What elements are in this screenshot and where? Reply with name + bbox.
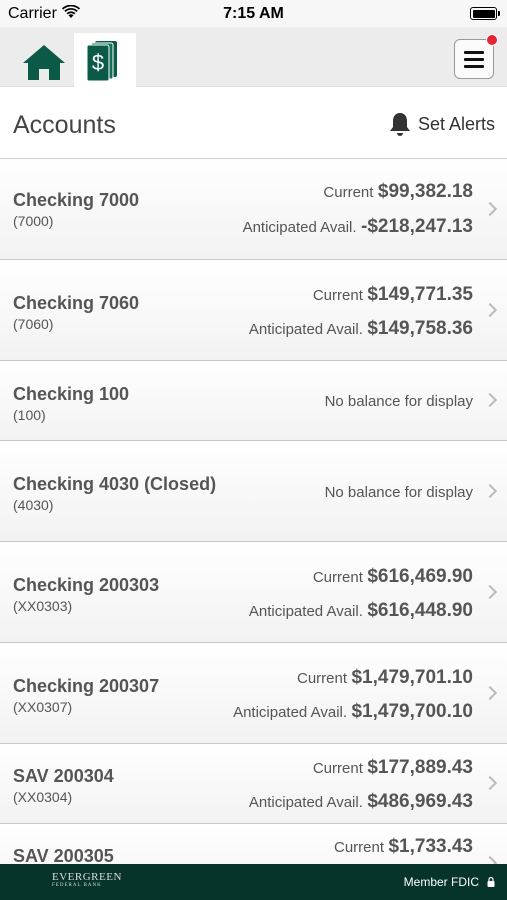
anticipated-label: Anticipated Avail. bbox=[242, 219, 357, 236]
account-name: Checking 100 bbox=[13, 384, 130, 404]
anticipated-label: Anticipated Avail. bbox=[248, 794, 363, 811]
account-number: (XX0304) bbox=[13, 789, 73, 805]
account-row[interactable]: Checking 7000 (7000) Current $99,382.18 … bbox=[0, 159, 507, 260]
no-balance-text: No balance for display bbox=[324, 393, 473, 410]
member-fdic-label: Member FDIC bbox=[403, 875, 479, 889]
current-amount: $1,479,701.10 bbox=[351, 667, 473, 688]
account-row[interactable]: SAV 200304 (XX0304) Current $177,889.43 … bbox=[0, 744, 507, 824]
account-name: SAV 200305 bbox=[13, 846, 114, 864]
current-label: Current bbox=[323, 184, 374, 201]
hamburger-menu-icon bbox=[464, 50, 484, 54]
accounts-tab[interactable]: $ bbox=[74, 33, 136, 87]
current-label: Current bbox=[312, 569, 363, 586]
current-amount: $616,469.90 bbox=[367, 566, 473, 587]
lock-icon bbox=[487, 877, 495, 887]
account-name: Checking 200307 bbox=[13, 676, 160, 696]
bell-icon bbox=[389, 113, 410, 136]
current-balance: Current $99,382.18 bbox=[323, 181, 473, 203]
account-list: Checking 7000 (7000) Current $99,382.18 … bbox=[0, 159, 507, 864]
home-icon bbox=[23, 45, 65, 80]
battery-icon bbox=[470, 7, 500, 20]
bank-logo: EVERGREEN FEDERAL BANK bbox=[52, 871, 122, 888]
account-number: (100) bbox=[13, 407, 46, 423]
notification-badge bbox=[486, 34, 498, 46]
page-title: Accounts bbox=[13, 111, 116, 139]
set-alerts-label: Set Alerts bbox=[417, 113, 495, 134]
home-tab[interactable] bbox=[16, 39, 72, 85]
account-name: Checking 7000 bbox=[13, 190, 140, 210]
clock: 7:15 AM bbox=[223, 5, 284, 22]
anticipated-balance: Anticipated Avail. -$218,247.13 bbox=[243, 216, 473, 238]
current-balance: Current $616,469.90 bbox=[313, 566, 473, 588]
account-row[interactable]: Checking 200307 (XX0307) Current $1,479,… bbox=[0, 643, 507, 744]
anticipated-balance: Anticipated Avail. $149,758.36 bbox=[249, 318, 473, 340]
account-row[interactable]: Checking 4030 (Closed) (4030) No balance… bbox=[0, 441, 507, 542]
account-name: SAV 200304 bbox=[13, 766, 114, 786]
account-name: Checking 7060 bbox=[13, 293, 140, 313]
chevron-right-icon bbox=[482, 392, 498, 408]
current-amount: $177,889.43 bbox=[367, 757, 473, 778]
current-balance: Current $1,479,701.10 bbox=[297, 667, 473, 689]
chevron-right-icon bbox=[482, 685, 498, 701]
chevron-right-icon bbox=[482, 483, 498, 499]
no-balance-text: No balance for display bbox=[324, 484, 473, 501]
account-number: (4030) bbox=[13, 497, 54, 513]
current-balance: Current $1,733.43 bbox=[334, 836, 473, 858]
account-row[interactable]: Checking 200303 (XX0303) Current $616,46… bbox=[0, 542, 507, 643]
account-row[interactable]: SAV 200305 Current $1,733.43 bbox=[0, 824, 507, 864]
account-number: (XX0307) bbox=[13, 699, 73, 715]
account-number: (7060) bbox=[13, 316, 54, 332]
money-stack-icon: $ bbox=[86, 41, 117, 81]
anticipated-label: Anticipated Avail. bbox=[248, 321, 363, 338]
current-label: Current bbox=[312, 760, 363, 777]
current-amount: $149,771.35 bbox=[367, 284, 473, 305]
chevron-right-icon bbox=[482, 302, 498, 318]
anticipated-amount: $1,479,700.10 bbox=[351, 701, 473, 722]
menu-button[interactable] bbox=[454, 34, 498, 79]
status-bar: Carrier 7:15 AM bbox=[0, 0, 507, 27]
current-balance: Current $177,889.43 bbox=[313, 757, 473, 779]
chevron-right-icon bbox=[482, 775, 498, 791]
anticipated-amount: $486,969.43 bbox=[367, 791, 473, 812]
chevron-right-icon bbox=[482, 855, 498, 864]
account-number: (XX0303) bbox=[13, 598, 73, 614]
top-navigation: $ bbox=[0, 27, 507, 87]
current-label: Current bbox=[297, 670, 348, 687]
anticipated-balance: Anticipated Avail. $616,448.90 bbox=[249, 600, 473, 622]
anticipated-amount: $616,448.90 bbox=[367, 600, 473, 621]
current-amount: $1,733.43 bbox=[388, 836, 473, 857]
current-amount: $99,382.18 bbox=[377, 181, 473, 202]
account-row[interactable]: Checking 100 (100) No balance for displa… bbox=[0, 361, 507, 441]
current-label: Current bbox=[333, 839, 385, 856]
account-row[interactable]: Checking 7060 (7060) Current $149,771.35… bbox=[0, 260, 507, 361]
svg-text:$: $ bbox=[92, 50, 104, 75]
chevron-right-icon bbox=[482, 201, 498, 217]
account-number: (7000) bbox=[13, 213, 54, 229]
anticipated-balance: Anticipated Avail. $486,969.43 bbox=[249, 791, 473, 813]
anticipated-label: Anticipated Avail. bbox=[248, 603, 363, 620]
anticipated-label: Anticipated Avail. bbox=[233, 704, 348, 721]
account-name: Checking 200303 bbox=[13, 575, 160, 595]
chevron-right-icon bbox=[482, 584, 498, 600]
anticipated-amount: $149,758.36 bbox=[367, 318, 473, 339]
account-name: Checking 4030 (Closed) bbox=[13, 474, 217, 494]
footer-bar: EVERGREEN FEDERAL BANK Member FDIC bbox=[0, 864, 507, 900]
current-balance: Current $149,771.35 bbox=[313, 284, 473, 306]
anticipated-balance: Anticipated Avail. $1,479,700.10 bbox=[233, 701, 473, 723]
set-alerts-button[interactable]: Set Alerts bbox=[388, 111, 495, 137]
page-header: Accounts Set Alerts bbox=[0, 87, 507, 159]
anticipated-amount: -$218,247.13 bbox=[361, 216, 473, 237]
current-label: Current bbox=[312, 287, 363, 304]
